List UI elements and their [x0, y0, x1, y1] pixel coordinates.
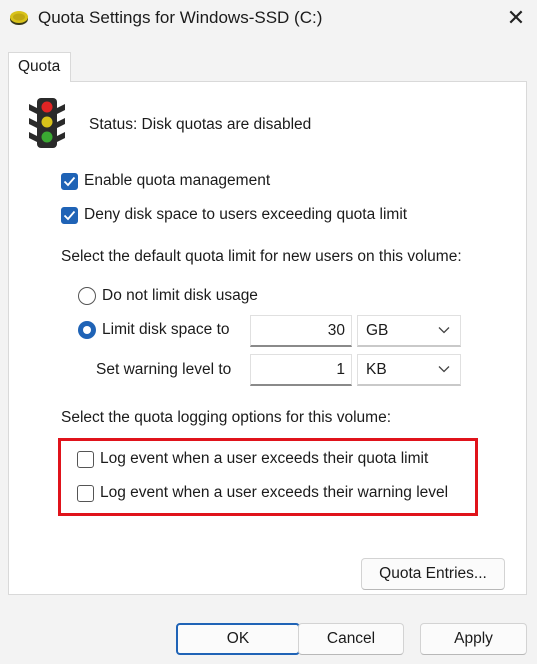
- close-button[interactable]: ✕: [496, 0, 536, 36]
- enable-quota-checkbox[interactable]: [61, 173, 78, 190]
- window-title: Quota Settings for Windows-SSD (C:): [38, 8, 323, 27]
- log-exceeds-warning-checkbox[interactable]: [77, 485, 94, 502]
- no-limit-label: Do not limit disk usage: [102, 287, 258, 304]
- limit-disk-space-label: Limit disk space to: [102, 321, 230, 338]
- log-exceeds-warning-label: Log event when a user exceeds their warn…: [100, 484, 449, 501]
- tab-quota[interactable]: Quota: [8, 52, 71, 82]
- drive-icon: [9, 10, 29, 26]
- limit-unit-select[interactable]: GB: [357, 315, 461, 347]
- apply-button[interactable]: Apply: [420, 623, 527, 655]
- deny-disk-space-checkbox[interactable]: [61, 207, 78, 224]
- tab-label: Quota: [18, 58, 61, 75]
- log-exceeds-limit-label: Log event when a user exceeds their quot…: [100, 450, 429, 467]
- warning-level-label: Set warning level to: [96, 361, 232, 378]
- enable-quota-label: Enable quota management: [84, 172, 271, 189]
- close-icon: ✕: [506, 5, 526, 30]
- limit-disk-space-radio[interactable]: [78, 321, 96, 339]
- default-quota-heading: Select the default quota limit for new u…: [61, 248, 462, 265]
- quota-entries-button[interactable]: Quota Entries...: [361, 558, 505, 590]
- cancel-button[interactable]: Cancel: [298, 623, 404, 655]
- warning-unit-value: KB: [366, 361, 387, 378]
- chevron-down-icon: [438, 366, 450, 373]
- deny-disk-space-label: Deny disk space to users exceeding quota…: [84, 206, 408, 223]
- log-exceeds-limit-checkbox[interactable]: [77, 451, 94, 468]
- limit-unit-value: GB: [366, 322, 389, 339]
- status-text: Status: Disk quotas are disabled: [89, 116, 312, 133]
- traffic-light-icon: [25, 96, 69, 152]
- ok-button[interactable]: OK: [176, 623, 300, 655]
- warning-unit-select[interactable]: KB: [357, 354, 461, 386]
- limit-value-input[interactable]: [250, 315, 352, 347]
- logging-heading: Select the quota logging options for thi…: [61, 409, 392, 426]
- no-limit-radio[interactable]: [78, 287, 96, 305]
- chevron-down-icon: [438, 327, 450, 334]
- warning-value-input[interactable]: [250, 354, 352, 386]
